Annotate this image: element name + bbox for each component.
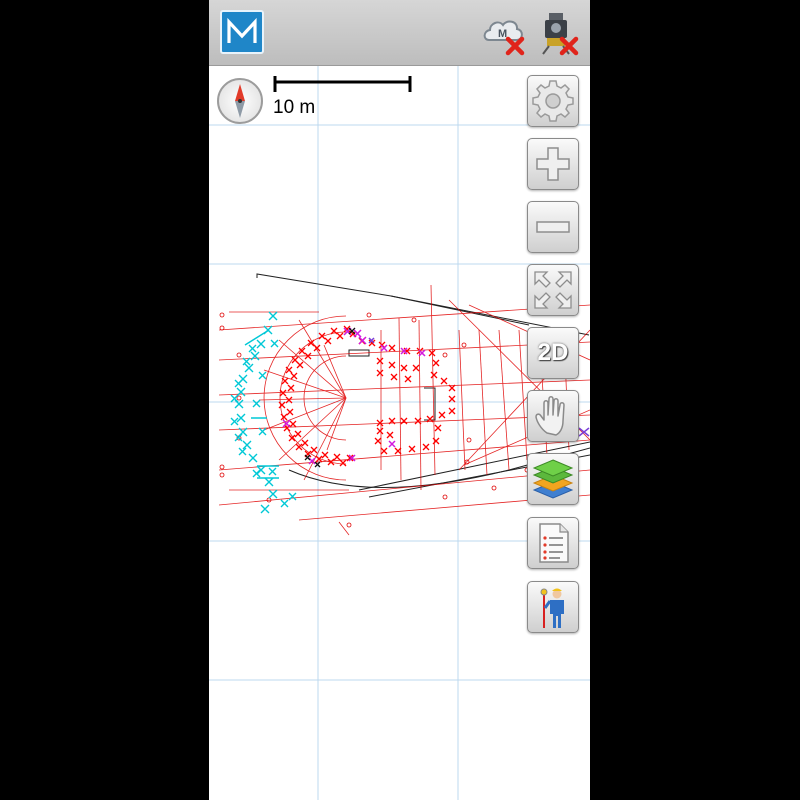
surveyor-icon <box>540 588 564 628</box>
plus-icon <box>536 147 570 181</box>
surveyor-button[interactable] <box>527 581 579 633</box>
cloud-badge-letter: M <box>498 28 507 40</box>
instrument-disconnected-icon[interactable] <box>535 10 581 56</box>
survey-points-black <box>304 327 356 468</box>
compass-button[interactable] <box>217 78 263 124</box>
layers-icon <box>532 459 574 499</box>
app-screen: M 10 m 2D <box>209 0 590 800</box>
layers-button[interactable] <box>527 453 579 505</box>
zoom-out-button[interactable] <box>527 201 579 253</box>
minus-icon <box>536 221 570 233</box>
hand-icon <box>535 396 565 436</box>
gear-icon <box>532 80 574 122</box>
compass-icon <box>235 84 245 118</box>
cloud-disconnected-icon[interactable]: M <box>481 10 527 56</box>
pan-button[interactable] <box>527 390 579 442</box>
view-mode-label: 2D <box>537 339 569 366</box>
zoom-in-button[interactable] <box>527 138 579 190</box>
document-list-icon <box>539 523 569 563</box>
expand-arrows-icon <box>534 271 572 309</box>
view-mode-2d-button[interactable]: 2D <box>527 327 579 379</box>
survey-points-red <box>278 325 456 467</box>
point-list-button[interactable] <box>527 517 579 569</box>
scale-bar <box>273 74 413 94</box>
settings-button[interactable] <box>527 75 579 127</box>
top-toolbar: M <box>209 0 590 66</box>
zoom-extents-button[interactable] <box>527 264 579 316</box>
app-logo-icon <box>227 17 257 43</box>
scale-label: 10 m <box>273 97 316 118</box>
app-logo-button[interactable] <box>220 10 264 54</box>
